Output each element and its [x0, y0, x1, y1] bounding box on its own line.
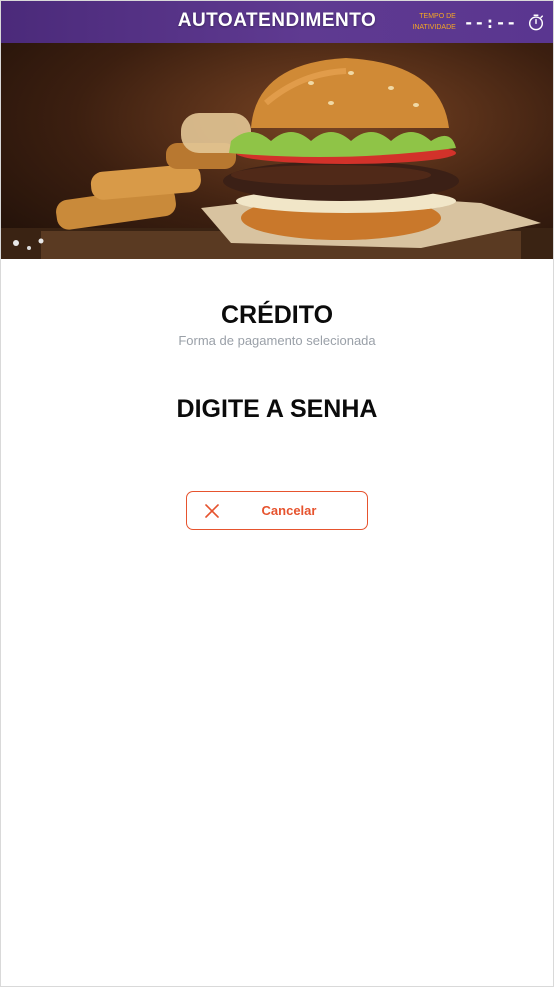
enter-pin-instruction: DIGITE A SENHA	[176, 395, 378, 423]
payment-method-subtitle: Forma de pagamento selecionada	[178, 333, 376, 348]
header-bar: AUTOATENDIMENTO TEMPO DE INATIVIDADE --:…	[1, 1, 553, 43]
stopwatch-icon	[528, 14, 544, 31]
inactivity-timer-group: TEMPO DE INATIVIDADE --:--	[410, 10, 545, 34]
inactivity-label-text: TEMPO DE INATIVIDADE	[412, 13, 456, 31]
payment-method-title: CRÉDITO	[220, 301, 334, 329]
inactivity-timer: --:--	[463, 12, 517, 32]
inactivity-label: TEMPO DE INATIVIDADE	[410, 11, 456, 33]
cancel-button[interactable]: Cancelar	[186, 491, 368, 530]
burger-photo	[1, 58, 553, 259]
cancel-button-label: Cancelar	[261, 503, 317, 518]
kiosk-screen: AUTOATENDIMENTO TEMPO DE INATIVIDADE --:…	[0, 0, 554, 987]
banner-image	[1, 43, 553, 259]
